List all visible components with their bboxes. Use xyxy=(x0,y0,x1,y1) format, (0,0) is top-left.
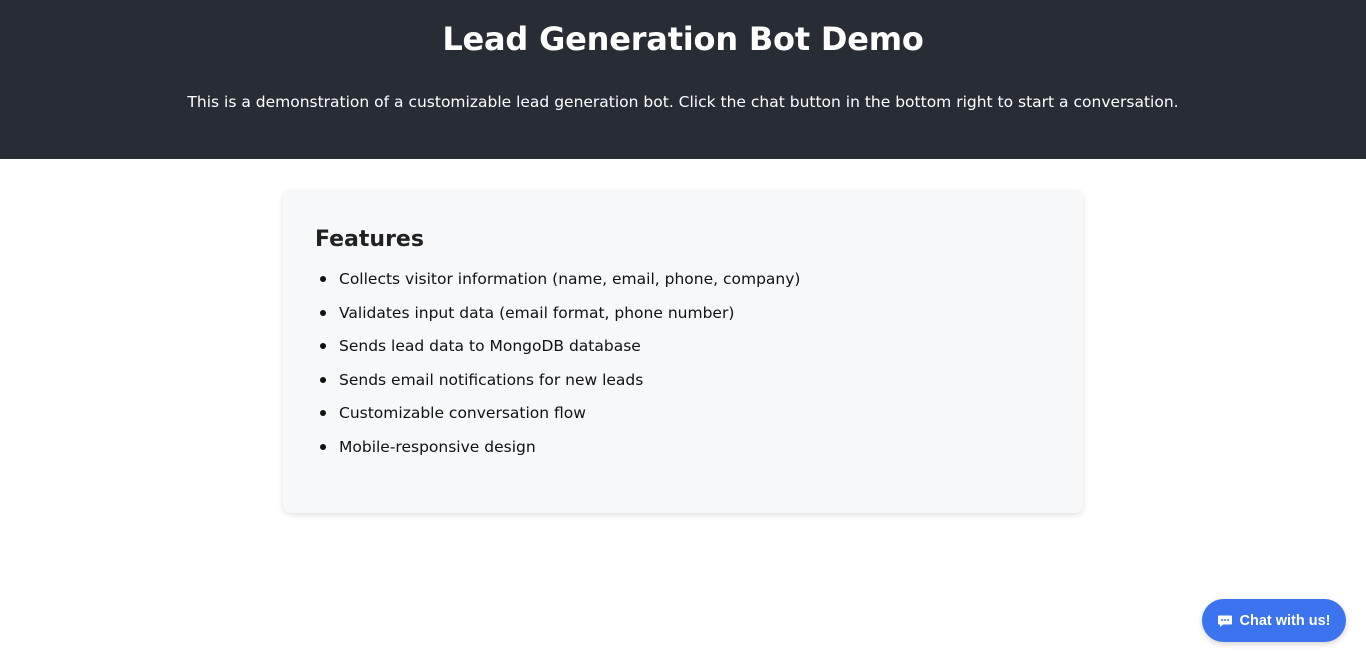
bullet-icon xyxy=(320,343,326,350)
feature-text: Sends lead data to MongoDB database xyxy=(339,337,641,356)
bullet-icon xyxy=(320,276,326,282)
feature-item: Collects visitor information (name, emai… xyxy=(315,268,1051,302)
bullet-icon xyxy=(320,376,326,383)
page-header: Lead Generation Bot Demo This is a demon… xyxy=(0,0,1366,159)
page-description: This is a demonstration of a customizabl… xyxy=(187,93,1179,111)
bullet-icon xyxy=(320,410,326,417)
page-title: Lead Generation Bot Demo xyxy=(442,20,924,58)
feature-item: Mobile-responsive design xyxy=(315,436,1051,470)
features-heading: Features xyxy=(315,227,424,252)
chat-button-label: Chat with us! xyxy=(1239,612,1331,629)
feature-text: Collects visitor information (name, emai… xyxy=(339,270,801,288)
feature-text: Validates input data (email format, phon… xyxy=(339,303,735,322)
feature-item: Validates input data (email format, phon… xyxy=(315,302,1051,336)
bullet-icon xyxy=(320,309,326,316)
features-list: Collects visitor information (name, emai… xyxy=(315,268,1051,470)
bullet-icon xyxy=(320,443,326,450)
feature-text: Sends email notifications for new leads xyxy=(339,370,644,389)
feature-item: Sends lead data to MongoDB database xyxy=(315,335,1051,369)
chat-button[interactable]: Chat with us! xyxy=(1202,599,1346,642)
feature-item: Customizable conversation flow xyxy=(315,402,1051,436)
chat-bubble-icon xyxy=(1217,613,1233,629)
feature-text: Mobile-responsive design xyxy=(339,437,536,456)
features-card: Features Collects visitor information (n… xyxy=(283,190,1083,513)
feature-item: Sends email notifications for new leads xyxy=(315,369,1051,403)
feature-text: Customizable conversation flow xyxy=(339,404,586,423)
